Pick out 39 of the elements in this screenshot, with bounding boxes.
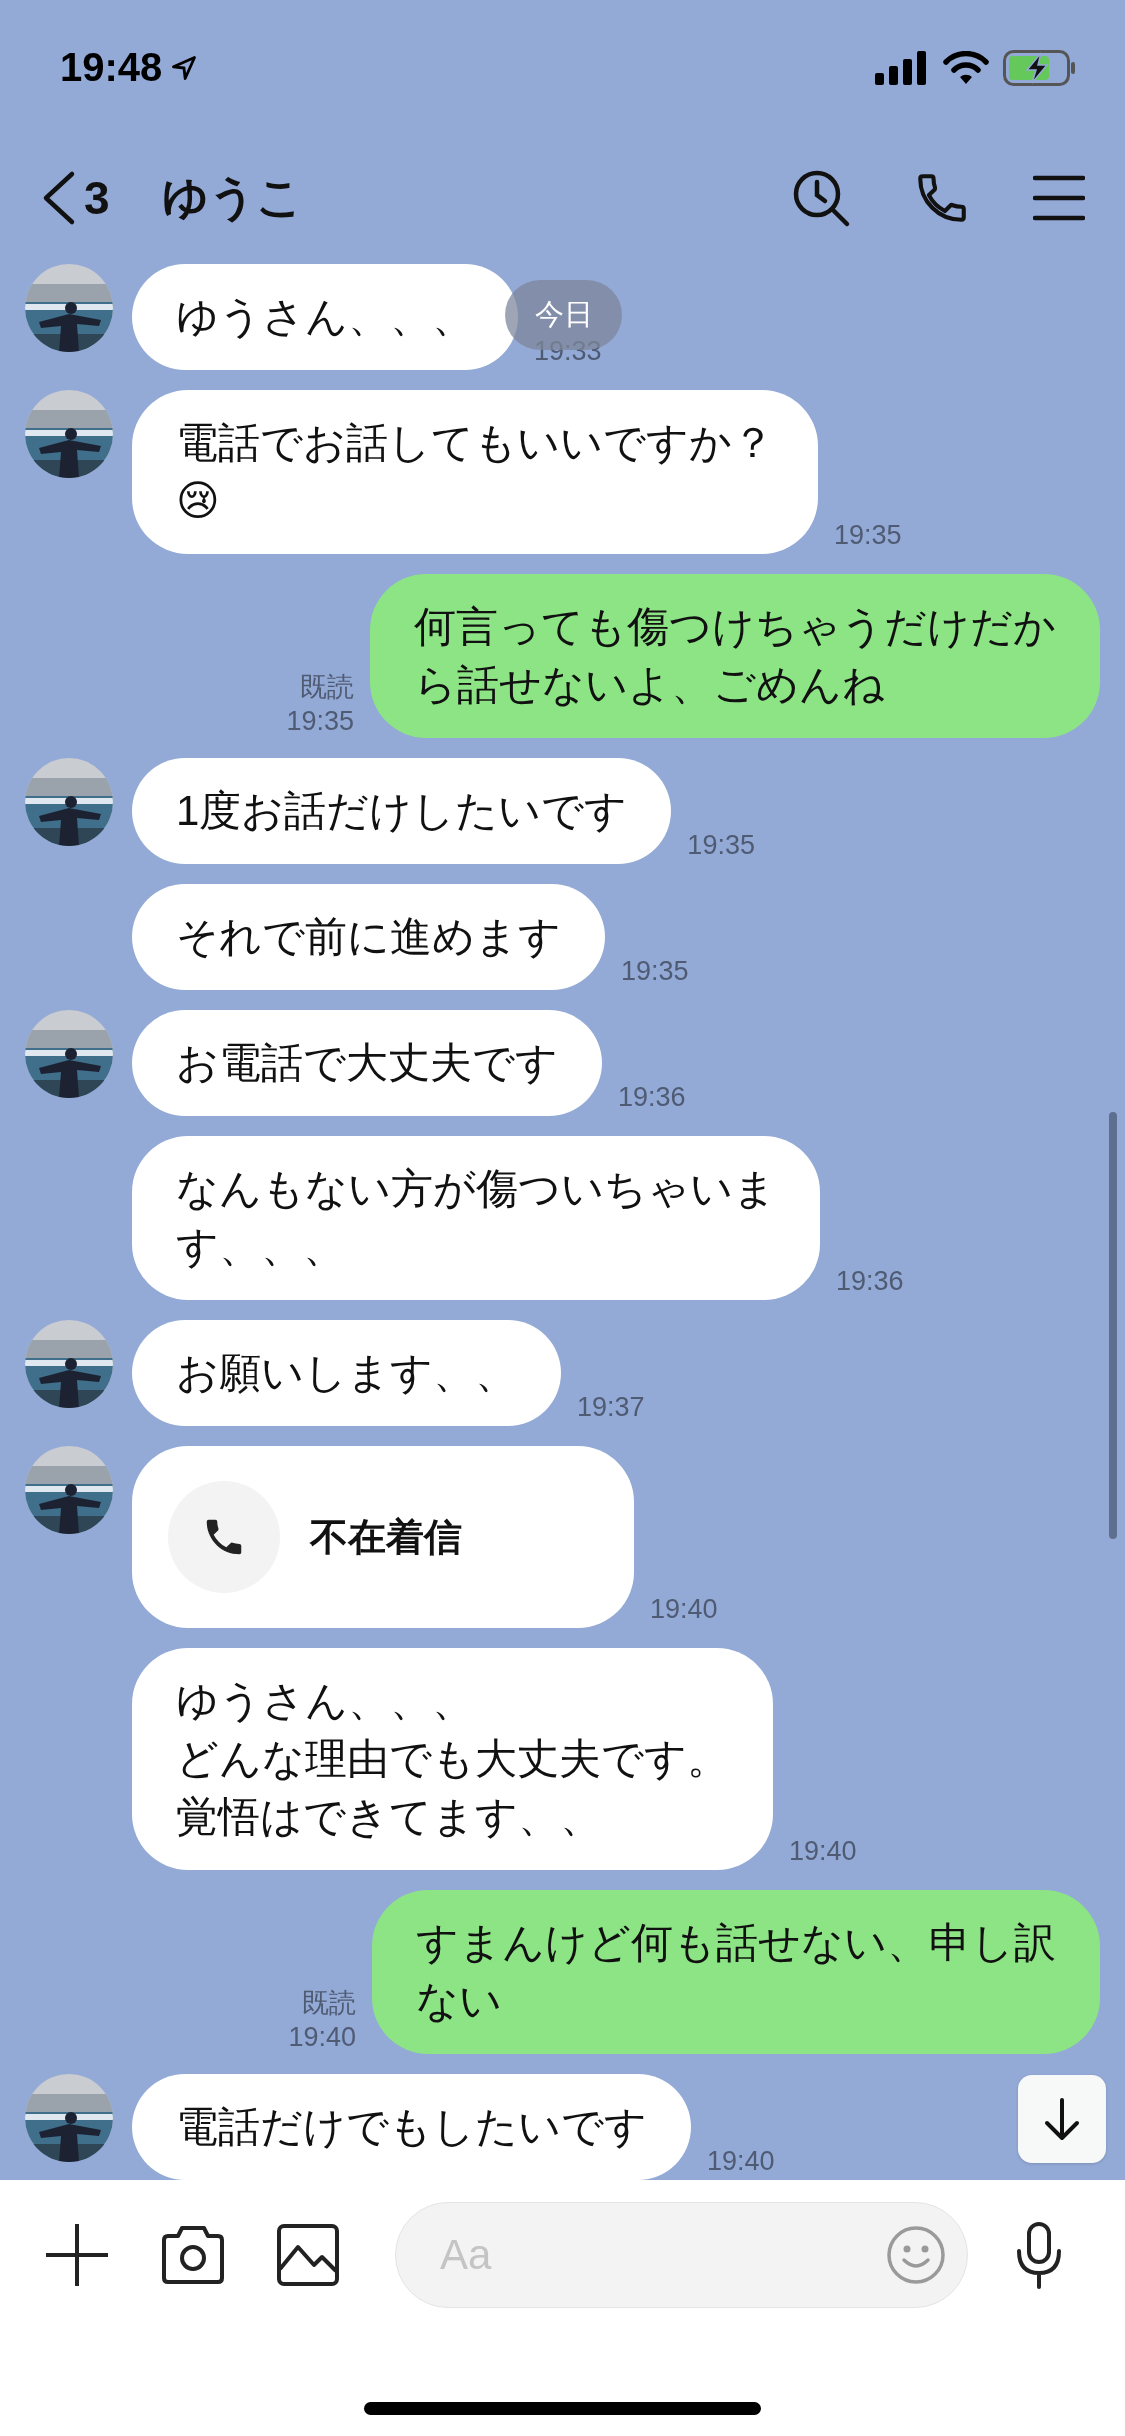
message-bubble: 電話でお話してもいいですか？ 😢 [132,390,818,554]
camera-icon[interactable] [160,2224,226,2286]
missed-call-bubble[interactable]: 不在着信 [132,1446,634,1628]
message-time: 19:35 [834,519,902,552]
read-receipt: 既読 [302,1987,356,2020]
message-time: 19:35 [621,955,689,988]
battery-charging-icon [1003,49,1077,86]
location-arrow-icon [170,53,199,82]
message-bubble: ゆうさん、、、 どんな理由でも大丈夫です。 覚悟はできてます、、 [132,1648,773,1870]
message-bubble: それで前に進めます [132,884,605,990]
call-label: 不在着信 [310,1514,462,1560]
message-bubble: 電話だけでもしたいです [132,2074,691,2180]
emoji-icon[interactable] [886,2225,946,2285]
scroll-down-button[interactable] [1018,2075,1106,2163]
message-time: 19:36 [618,1081,686,1114]
signal-icon [875,50,929,85]
message-time: 19:37 [577,1391,645,1424]
message-bubble: なんもない方が傷ついちゃいま す、、、 [132,1136,820,1300]
microphone-icon[interactable] [1014,2221,1064,2289]
message-time: 19:36 [836,1265,904,1298]
chat-title: ゆうこ [161,169,304,225]
message-bubble: お電話で大丈夫です [132,1010,602,1116]
image-icon[interactable] [276,2223,340,2287]
message-time: 19:40 [789,1835,857,1868]
menu-icon[interactable] [1033,173,1085,222]
message-time: 19:40 [288,2021,356,2054]
message-bubble: お願いします、、 [132,1320,561,1426]
message-bubble: 何言っても傷つけちゃうだけだか ら話せないよ、ごめんね [370,574,1100,738]
plus-icon[interactable] [44,2222,110,2288]
wifi-icon [943,50,989,85]
message-time: 19:40 [650,1593,718,1626]
message-bubble: すまんけど何も話せない、申し訳 ない [372,1890,1100,2054]
back-button[interactable]: 3 [40,169,110,226]
status-time: 19:48 [60,45,163,90]
message-time: 19:35 [286,705,354,738]
read-receipt: 既読 [300,671,354,704]
message-time: 19:40 [707,2145,775,2178]
message-bubble: 1度お話だけしたいです [132,758,672,864]
message-time: 19:35 [687,829,755,862]
